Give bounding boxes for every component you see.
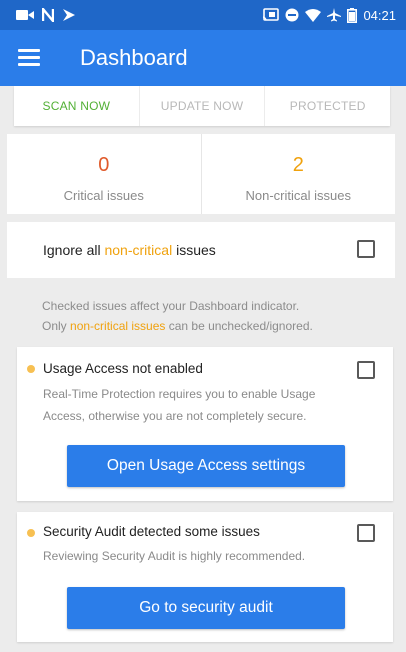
- app-bar: Dashboard: [0, 30, 406, 86]
- security-audit-card: Security Audit detected some issues Revi…: [17, 512, 393, 642]
- ignore-label: Ignore all non-critical issues: [43, 242, 216, 258]
- battery-icon: [347, 7, 358, 23]
- go-to-security-audit-button[interactable]: Go to security audit: [67, 587, 345, 629]
- critical-count: 0: [98, 154, 110, 176]
- warning-dot-icon: [27, 529, 35, 537]
- action-tabs: SCAN NOW UPDATE NOW PROTECTED: [14, 86, 390, 126]
- ignore-non-critical-row[interactable]: Ignore all non-critical issues: [7, 222, 395, 278]
- tab-scan-now[interactable]: SCAN NOW: [14, 86, 139, 126]
- note-line-2: Only non-critical issues can be unchecke…: [42, 319, 313, 333]
- critical-issues[interactable]: 0 Critical issues: [7, 134, 201, 214]
- status-bar: 04:21: [0, 0, 406, 30]
- card-description: Reviewing Security Audit is highly recom…: [43, 549, 306, 563]
- notification-icon: [63, 9, 75, 21]
- card-title: Security Audit detected some issues: [43, 524, 260, 539]
- wifi-icon: [305, 8, 322, 22]
- video-icon: [16, 10, 34, 20]
- non-critical-label: Non-critical issues: [245, 188, 351, 203]
- non-critical-issues[interactable]: 2 Non-critical issues: [200, 134, 396, 214]
- airplane-icon: [327, 8, 342, 22]
- warning-dot-icon: [27, 365, 35, 373]
- ignore-checkbox[interactable]: [357, 240, 375, 258]
- issues-summary: 0 Critical issues 2 Non-critical issues: [7, 134, 395, 214]
- clock: 04:21: [363, 7, 396, 23]
- page-title: Dashboard: [80, 45, 188, 70]
- usage-access-card: Usage Access not enabled Real-Time Prote…: [17, 347, 393, 501]
- do-not-disturb-icon: [285, 8, 299, 22]
- tab-update-now[interactable]: UPDATE NOW: [138, 86, 265, 126]
- card-title: Usage Access not enabled: [43, 361, 203, 376]
- info-note: Checked issues affect your Dashboard ind…: [42, 296, 382, 336]
- tab-protected[interactable]: PROTECTED: [264, 86, 390, 126]
- n-letter-icon: [42, 8, 54, 22]
- note-line-1: Checked issues affect your Dashboard ind…: [42, 299, 300, 313]
- critical-label: Critical issues: [63, 188, 144, 203]
- card-description: Real-Time Protection requires you to ena…: [43, 387, 316, 423]
- cast-icon: [263, 8, 280, 21]
- security-audit-checkbox[interactable]: [357, 524, 375, 542]
- usage-access-checkbox[interactable]: [357, 361, 375, 379]
- non-critical-count: 2: [292, 154, 304, 176]
- hamburger-menu-icon[interactable]: [18, 46, 40, 68]
- open-usage-access-button[interactable]: Open Usage Access settings: [67, 445, 345, 487]
